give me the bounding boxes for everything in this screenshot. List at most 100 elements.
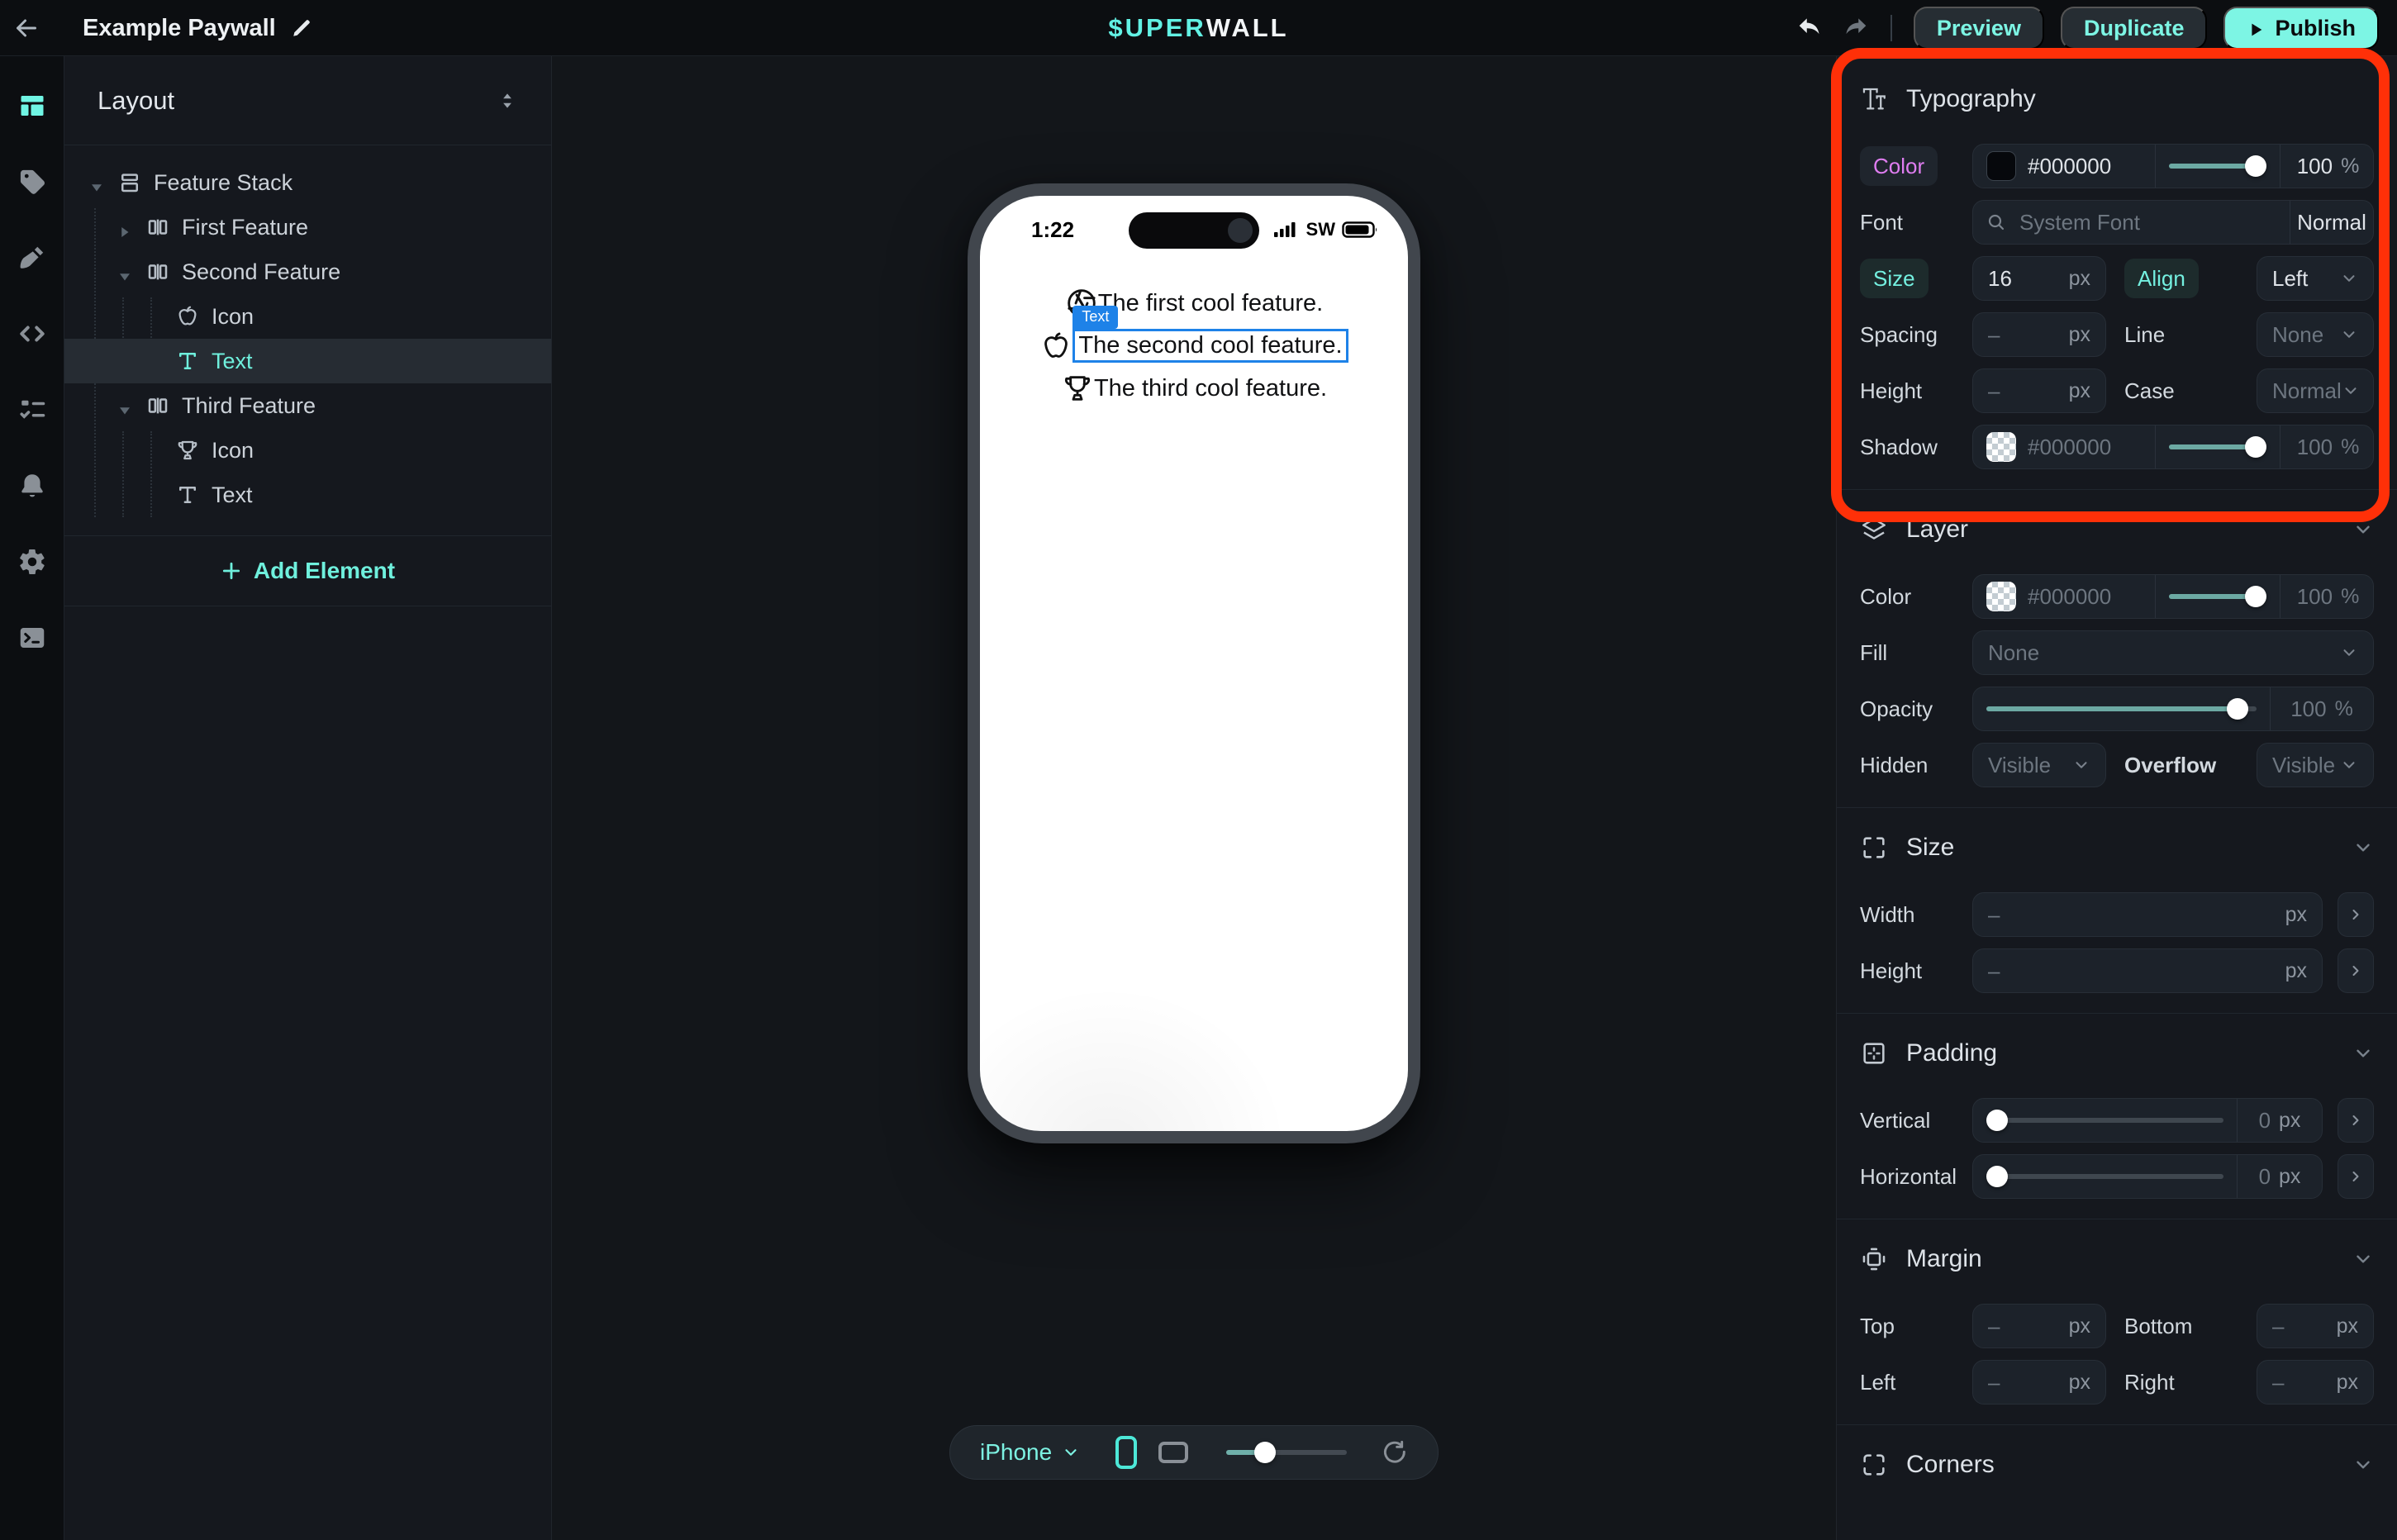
layer-color-hex[interactable]: #000000 [2028, 584, 2111, 610]
top-bar: Example Paywall $UPERWALL Preview Duplic… [0, 0, 2397, 56]
bell-icon[interactable] [0, 448, 64, 524]
redo-icon[interactable] [1841, 14, 1869, 42]
typography-color-label[interactable]: Color [1860, 146, 1938, 186]
add-element-button[interactable]: Add Element [221, 558, 395, 584]
horizontal-padding-slider[interactable] [1973, 1155, 2237, 1198]
tree-item-icon[interactable]: Icon [64, 294, 551, 339]
margin-left-input[interactable]: – px [1972, 1360, 2106, 1405]
sort-icon[interactable] [497, 90, 518, 112]
width-input[interactable]: – px [1972, 892, 2323, 937]
undo-icon[interactable] [1796, 14, 1824, 42]
back-arrow-icon[interactable] [12, 13, 41, 43]
refresh-button[interactable] [1382, 1434, 1408, 1471]
collapse-chevron-icon[interactable] [2352, 837, 2374, 858]
zoom-slider[interactable] [1226, 1442, 1347, 1463]
shadow-swatch[interactable] [1986, 432, 2016, 462]
tree-item-first-feature[interactable]: First Feature [64, 205, 551, 250]
status-time: 1:22 [1031, 217, 1074, 243]
padding-value: 0 [2259, 1108, 2271, 1134]
vertical-padding-slider[interactable] [1973, 1099, 2237, 1142]
shadow-opacity-field[interactable]: 100 % [2280, 425, 2374, 468]
dynamic-island [1129, 212, 1259, 249]
tree-item-feature-stack[interactable]: Feature Stack [64, 160, 551, 205]
tree-item-third-feature[interactable]: Third Feature [64, 383, 551, 428]
color-swatch[interactable] [1986, 151, 2016, 181]
preview-button[interactable]: Preview [1914, 7, 2044, 50]
vertical-padding-expand-button[interactable] [2338, 1098, 2374, 1143]
case-select[interactable]: Normal [2257, 368, 2374, 413]
line-height-input[interactable]: – px [1972, 368, 2106, 413]
checklist-icon[interactable] [0, 372, 64, 448]
collapse-chevron-icon[interactable] [2352, 1454, 2374, 1476]
layer-color-opacity-slider[interactable] [2155, 575, 2280, 618]
tree-item-second-feature[interactable]: Second Feature [64, 250, 551, 294]
font-search-field[interactable]: System Font [1973, 201, 2290, 244]
chevron-down-icon [2342, 382, 2360, 400]
px-unit: px [2279, 1109, 2300, 1133]
device-select[interactable]: iPhone [980, 1439, 1080, 1466]
feature-row[interactable]: The third cool feature. [1061, 372, 1327, 405]
caret-right-icon[interactable] [117, 220, 132, 235]
layer-color-opacity-field[interactable]: 100 % [2280, 575, 2374, 618]
paint-icon[interactable] [0, 220, 64, 296]
layout-icon[interactable] [0, 68, 64, 144]
caret-down-icon[interactable] [117, 264, 132, 279]
font-weight-value: Normal [2297, 210, 2366, 235]
tag-icon[interactable] [0, 144, 64, 220]
caret-down-icon[interactable] [89, 175, 104, 190]
selection-outline[interactable]: Text The second cool feature. [1072, 329, 1348, 363]
caret-down-icon[interactable] [117, 398, 132, 413]
hidden-value: Visible [1988, 753, 2051, 778]
iphone-preview: 1:22 SW The first cool feature. [968, 183, 1420, 1143]
color-swatch-field[interactable]: #000000 [1973, 145, 2155, 188]
slider-thumb[interactable] [1254, 1442, 1276, 1463]
shadow-hex-value[interactable]: #000000 [2028, 435, 2111, 460]
overflow-select[interactable]: Visible [2257, 743, 2374, 787]
font-weight-select[interactable]: Normal [2290, 201, 2373, 244]
width-expand-button[interactable] [2338, 892, 2374, 937]
color-opacity-slider[interactable] [2155, 145, 2280, 188]
tree-item-text-selected[interactable]: Text [64, 339, 551, 383]
code-icon[interactable] [0, 296, 64, 372]
tree-item-icon[interactable]: Icon [64, 428, 551, 473]
vertical-padding-field[interactable]: 0 px [2237, 1099, 2322, 1142]
landscape-orientation-button[interactable] [1158, 1434, 1188, 1471]
align-toggle-label[interactable]: Align [2124, 259, 2199, 298]
feature-row-selected[interactable]: Text The second cool feature. [1039, 329, 1348, 363]
horizontal-padding-expand-button[interactable] [2338, 1154, 2374, 1199]
px-unit: px [2285, 959, 2307, 983]
margin-top-input[interactable]: – px [1972, 1304, 2106, 1348]
height-expand-button[interactable] [2338, 948, 2374, 993]
font-size-input[interactable]: 16 px [1972, 256, 2106, 301]
color-opacity-field[interactable]: 100 % [2280, 145, 2374, 188]
layer-color-swatch-field[interactable]: #000000 [1973, 575, 2155, 618]
tree-item-label: Icon [64, 438, 254, 463]
color-hex-value[interactable]: #000000 [2028, 154, 2111, 179]
duplicate-button[interactable]: Duplicate [2061, 7, 2208, 50]
align-select[interactable]: Left [2257, 256, 2374, 301]
opacity-field[interactable]: 100 % [2270, 687, 2373, 730]
size-toggle-label[interactable]: Size [1860, 259, 1929, 298]
margin-bottom-input[interactable]: – px [2257, 1304, 2374, 1348]
publish-button[interactable]: Publish [2223, 7, 2379, 50]
gear-icon[interactable] [0, 524, 64, 600]
horizontal-padding-field[interactable]: 0 px [2237, 1155, 2322, 1198]
collapse-chevron-icon[interactable] [2352, 519, 2374, 540]
px-unit: px [2337, 1371, 2358, 1395]
portrait-orientation-button[interactable] [1113, 1434, 1139, 1471]
height-input[interactable]: – px [1972, 948, 2323, 993]
fill-select[interactable]: None [1972, 630, 2374, 675]
layer-color-swatch[interactable] [1986, 582, 2016, 611]
hidden-select[interactable]: Visible [1972, 743, 2106, 787]
opacity-slider[interactable] [1973, 687, 2270, 730]
shadow-swatch-field[interactable]: #000000 [1973, 425, 2155, 468]
line-select[interactable]: None [2257, 312, 2374, 357]
letter-spacing-input[interactable]: – px [1972, 312, 2106, 357]
margin-right-input[interactable]: – px [2257, 1360, 2374, 1405]
collapse-chevron-icon[interactable] [2352, 1248, 2374, 1270]
terminal-icon[interactable] [0, 600, 64, 676]
shadow-opacity-slider[interactable] [2155, 425, 2280, 468]
edit-pencil-icon[interactable] [291, 17, 312, 39]
tree-item-text[interactable]: Text [64, 473, 551, 517]
collapse-chevron-icon[interactable] [2352, 1043, 2374, 1064]
